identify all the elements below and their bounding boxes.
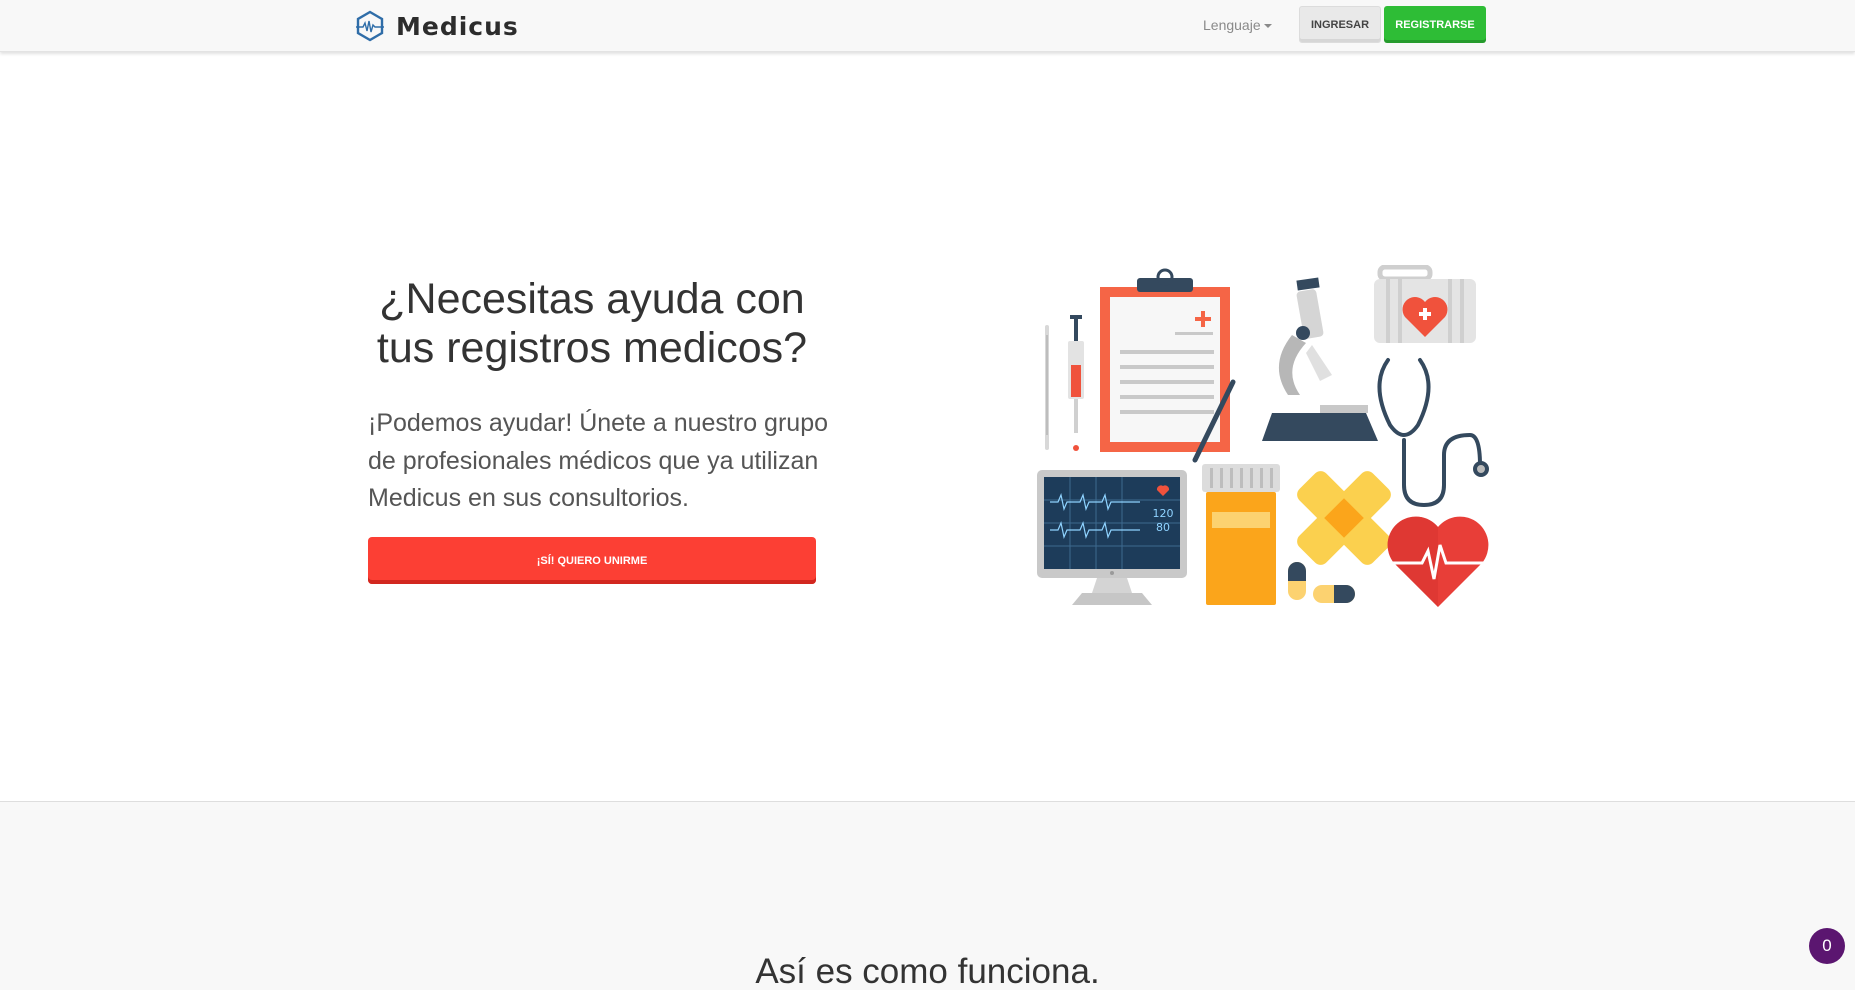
login-button[interactable]: INGRESAR — [1299, 6, 1381, 43]
bandage-icon — [1297, 471, 1391, 565]
capsule-icon — [1288, 562, 1355, 603]
thermometer-icon — [1045, 325, 1049, 450]
heart-monitor-icon: 120 80 — [1037, 470, 1187, 605]
join-button[interactable]: ¡SÍ! QUIERO UNIRME — [368, 537, 816, 584]
monitor-readout-top: 120 — [1153, 507, 1174, 520]
brand-hexagon-heartbeat-icon — [356, 10, 384, 42]
language-dropdown[interactable]: Lenguaje — [1203, 17, 1272, 33]
hero-text: ¡Podemos ayudar! Únete a nuestro grupo d… — [368, 409, 828, 512]
syringe-icon — [1068, 315, 1084, 451]
brand-logo[interactable]: Medicus — [354, 7, 519, 45]
first-aid-kit-icon — [1374, 265, 1476, 343]
how-it-works-title: Así es como funciona. — [755, 952, 1100, 990]
medical-illustration: 120 80 — [1037, 265, 1489, 607]
navbar: Medicus Lenguaje INGRESAR REGISTRARSE — [0, 0, 1855, 52]
stethoscope-icon — [1377, 358, 1489, 508]
heart-pulse-icon — [1387, 516, 1489, 607]
pill-bottle-icon — [1202, 464, 1280, 605]
chat-badge[interactable]: 0 — [1809, 928, 1845, 964]
monitor-readout-bottom: 80 — [1156, 521, 1170, 534]
caret-down-icon — [1263, 24, 1272, 28]
register-button[interactable]: REGISTRARSE — [1384, 6, 1486, 43]
brand-name: Medicus — [396, 11, 519, 41]
hero-title: ¿Necesitas ayuda con tus registros medic… — [376, 275, 808, 372]
language-label: Lenguaje — [1203, 17, 1261, 33]
microscope-icon — [1262, 277, 1378, 441]
